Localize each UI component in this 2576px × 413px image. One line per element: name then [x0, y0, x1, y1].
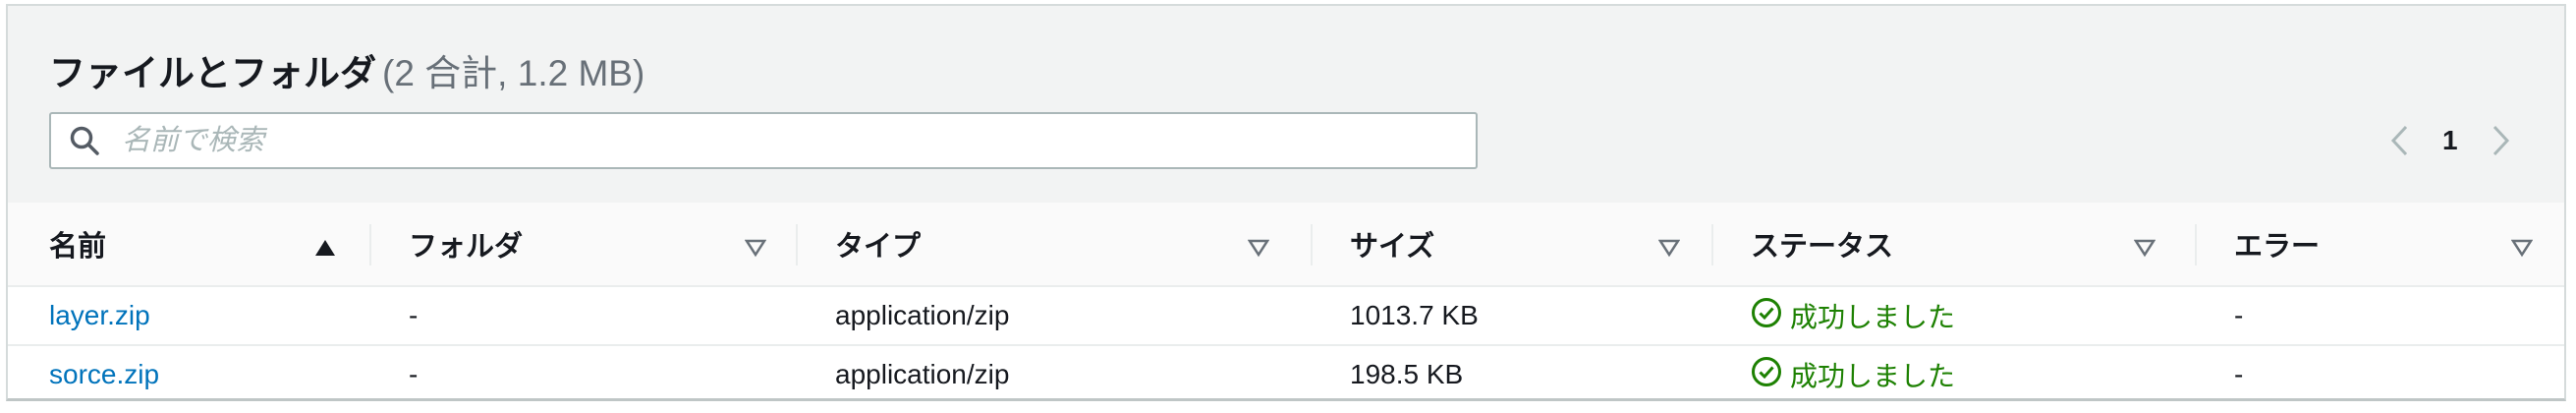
- folder-cell: -: [409, 300, 419, 330]
- panel-title: ファイルとフォルダ (2 合計, 1.2 MB): [49, 43, 644, 96]
- search-input[interactable]: [120, 123, 1401, 158]
- file-name-link[interactable]: sorce.zip: [49, 359, 159, 390]
- column-header-size[interactable]: サイズ: [1350, 203, 1684, 285]
- status-badge: 成功しました: [1751, 296, 1955, 335]
- column-header-name[interactable]: 名前: [49, 203, 373, 285]
- file-name-link[interactable]: layer.zip: [49, 300, 150, 331]
- column-header-label: 名前: [49, 231, 107, 263]
- size-cell: 198.5 KB: [1350, 359, 1464, 389]
- column-header-label: サイズ: [1350, 231, 1435, 263]
- panel-header: ファイルとフォルダ(2 合計, 1.2 MB) 1: [8, 6, 2564, 205]
- column-divider: [1711, 224, 1713, 266]
- column-header-label: ステータス: [1751, 231, 1894, 263]
- sort-icon[interactable]: [1247, 233, 1270, 266]
- column-header-error[interactable]: エラー: [2234, 203, 2548, 285]
- status-text: 成功しました: [1790, 361, 1956, 391]
- folder-cell: -: [409, 359, 419, 389]
- current-page-number[interactable]: 1: [2442, 125, 2458, 156]
- success-check-icon: [1751, 356, 1790, 394]
- chevron-right-icon[interactable]: [2486, 116, 2515, 165]
- sort-ascending-icon[interactable]: [314, 233, 336, 266]
- sort-icon[interactable]: [1657, 233, 1681, 266]
- files-and-folders-panel: ファイルとフォルダ(2 合計, 1.2 MB) 1: [6, 4, 2566, 401]
- column-divider: [796, 224, 798, 266]
- size-cell: 1013.7 KB: [1350, 300, 1479, 330]
- table-row: layer.zip - application/zip 1013.7 KB 成功…: [8, 287, 2564, 346]
- column-divider: [369, 224, 371, 266]
- column-header-label: タイプ: [835, 231, 922, 263]
- pagination: 1: [2385, 116, 2515, 165]
- column-header-label: エラー: [2234, 231, 2321, 263]
- sort-icon[interactable]: [2133, 233, 2156, 266]
- status-badge: 成功しました: [1751, 355, 1955, 394]
- panel-title-text: ファイルとフォルダ: [49, 53, 376, 93]
- column-header-label: フォルダ: [409, 231, 524, 263]
- status-cell: 成功しました: [1751, 287, 1955, 344]
- column-divider: [2195, 224, 2197, 266]
- status-text: 成功しました: [1790, 302, 1956, 332]
- search-box[interactable]: [49, 112, 1478, 169]
- column-header-status[interactable]: ステータス: [1751, 203, 2183, 285]
- column-header-folder[interactable]: フォルダ: [409, 203, 782, 285]
- column-divider: [1311, 224, 1313, 266]
- sort-icon[interactable]: [2510, 233, 2534, 266]
- table-row: sorce.zip - application/zip 198.5 KB 成功し…: [8, 346, 2564, 398]
- file-name-cell: sorce.zip: [49, 346, 159, 398]
- sort-icon[interactable]: [744, 233, 767, 266]
- panel-title-count: (2 合計, 1.2 MB): [382, 53, 645, 93]
- column-header-type[interactable]: タイプ: [835, 203, 1287, 285]
- success-check-icon: [1751, 297, 1790, 335]
- error-cell: -: [2234, 359, 2244, 389]
- error-cell: -: [2234, 300, 2244, 330]
- table-header: 名前 フォルダ タイプ サイズ ステータス エラー: [8, 203, 2564, 287]
- file-name-cell: layer.zip: [49, 287, 150, 344]
- type-cell: application/zip: [835, 300, 1010, 330]
- type-cell: application/zip: [835, 359, 1010, 389]
- chevron-left-icon[interactable]: [2385, 116, 2415, 165]
- status-cell: 成功しました: [1751, 346, 1955, 398]
- search-icon: [69, 124, 102, 157]
